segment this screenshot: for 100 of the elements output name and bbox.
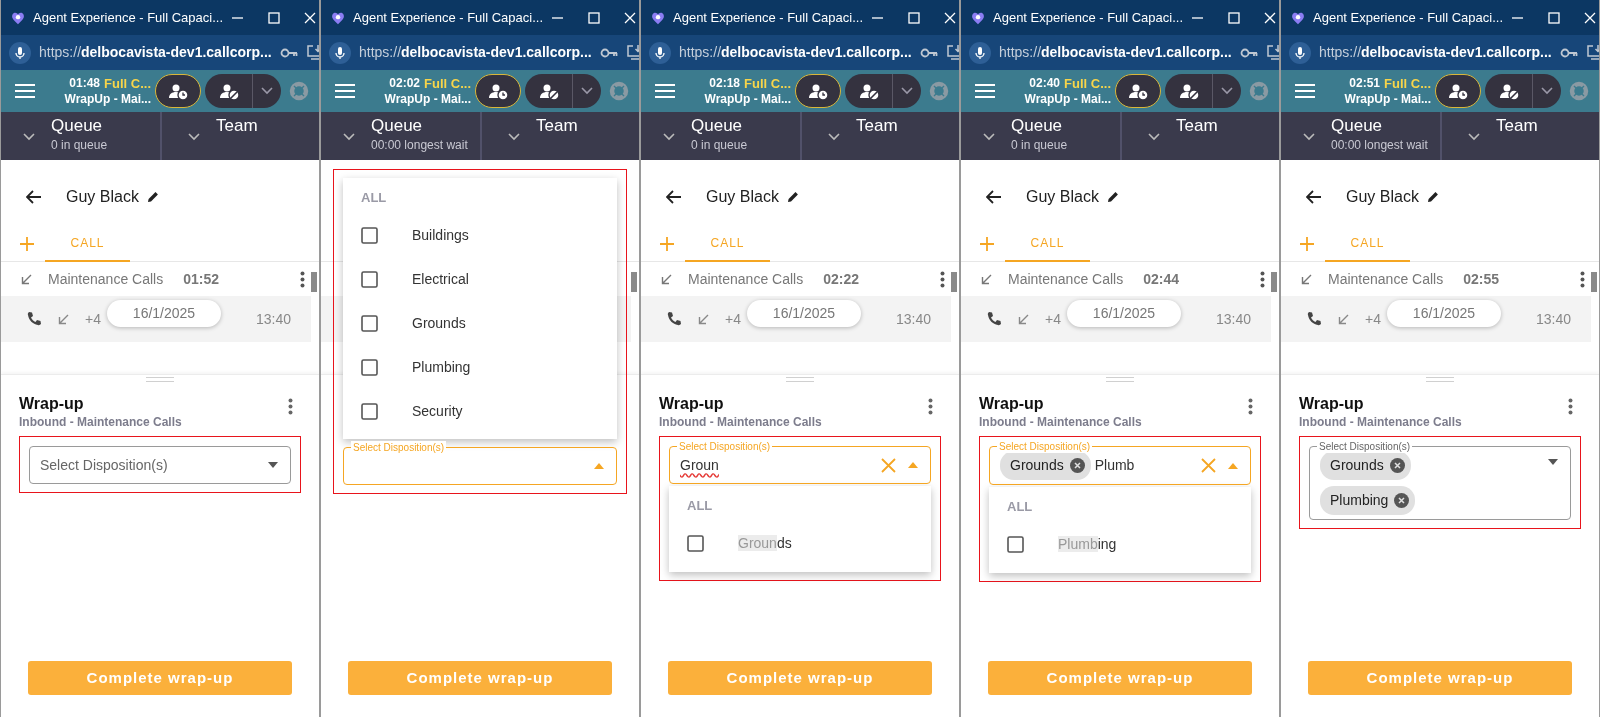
more-options-icon[interactable] (1580, 270, 1585, 288)
option-label[interactable]: Grounds (412, 312, 466, 334)
maximize-icon[interactable] (1228, 11, 1241, 24)
status-split-button[interactable] (525, 74, 601, 108)
microphone-icon[interactable] (649, 41, 671, 64)
more-options-icon[interactable] (288, 398, 293, 415)
drag-handle[interactable] (1426, 377, 1454, 382)
more-options-icon[interactable] (1260, 270, 1265, 288)
phone-icon[interactable] (26, 311, 42, 327)
dropdown-chevron-icon[interactable] (1541, 87, 1553, 95)
disposition-select[interactable]: Select Disposition(s) (29, 446, 291, 484)
checkbox[interactable] (361, 270, 378, 288)
pencil-icon[interactable] (1426, 191, 1439, 203)
chevron-down-icon[interactable] (983, 132, 995, 141)
menu-icon[interactable] (655, 84, 675, 98)
key-icon[interactable] (919, 46, 938, 59)
checkbox[interactable] (361, 402, 378, 420)
pencil-icon[interactable] (1106, 191, 1119, 203)
dropdown-chevron-icon[interactable] (581, 87, 593, 95)
more-options-icon[interactable] (1248, 398, 1253, 415)
key-icon[interactable] (599, 46, 618, 59)
phone-icon[interactable] (666, 311, 682, 327)
checkbox[interactable] (361, 314, 378, 332)
option-label[interactable]: Electrical (412, 268, 469, 290)
wrap-up-status-button[interactable] (1435, 74, 1481, 108)
microphone-icon[interactable] (329, 41, 351, 64)
caret-down-icon[interactable] (268, 462, 278, 468)
download-icon[interactable] (1265, 44, 1279, 61)
key-icon[interactable] (279, 46, 298, 59)
chevron-down-icon[interactable] (1303, 132, 1315, 141)
status-split-button[interactable] (205, 74, 281, 108)
chevron-down-icon[interactable] (23, 132, 35, 141)
close-icon[interactable] (944, 11, 957, 24)
caret-down-icon[interactable] (1548, 459, 1558, 465)
remove-chip-icon[interactable] (1389, 458, 1405, 473)
pencil-icon[interactable] (146, 191, 159, 203)
chevron-down-icon[interactable] (188, 132, 200, 141)
dropdown-chevron-icon[interactable] (261, 87, 273, 95)
more-options-icon[interactable] (928, 398, 933, 415)
phone-icon[interactable] (986, 311, 1002, 327)
close-icon[interactable] (304, 11, 317, 24)
url-text[interactable]: https://delbocavista-dev1.callcorp... (359, 42, 592, 63)
scrollbar-thumb[interactable] (311, 272, 317, 292)
close-icon[interactable] (1264, 11, 1277, 24)
chevron-down-icon[interactable] (1468, 132, 1480, 141)
drag-handle[interactable] (786, 377, 814, 382)
maximize-icon[interactable] (268, 11, 281, 24)
back-arrow-icon[interactable] (986, 190, 1002, 204)
phone-icon[interactable] (1306, 311, 1322, 327)
close-icon[interactable] (624, 11, 637, 24)
wrap-up-status-button[interactable] (475, 74, 521, 108)
more-options-icon[interactable] (1568, 398, 1573, 415)
download-icon[interactable] (1585, 44, 1599, 61)
more-options-icon[interactable] (300, 270, 305, 288)
scrollbar-thumb[interactable] (1271, 272, 1277, 292)
url-text[interactable]: https://delbocavista-dev1.callcorp... (39, 42, 272, 63)
microphone-icon[interactable] (1289, 41, 1311, 64)
selected-chip[interactable]: Grounds (1320, 451, 1411, 480)
more-options-icon[interactable] (940, 270, 945, 288)
queue-label[interactable]: Queue (1331, 116, 1428, 137)
chevron-down-icon[interactable] (828, 132, 840, 141)
dropdown-chevron-icon[interactable] (1221, 87, 1233, 95)
checkbox[interactable] (361, 226, 378, 244)
url-text[interactable]: https://delbocavista-dev1.callcorp... (679, 42, 912, 63)
download-icon[interactable] (305, 44, 319, 61)
team-label[interactable]: Team (216, 116, 258, 137)
team-label[interactable]: Team (1176, 116, 1218, 137)
chevron-down-icon[interactable] (343, 132, 355, 141)
pencil-icon[interactable] (786, 191, 799, 203)
scrollbar-thumb[interactable] (1591, 272, 1597, 292)
url-text[interactable]: https://delbocavista-dev1.callcorp... (999, 42, 1232, 63)
option-label[interactable]: Security (412, 400, 463, 422)
microphone-icon[interactable] (969, 41, 991, 64)
maximize-icon[interactable] (1548, 11, 1561, 24)
checkbox[interactable] (687, 535, 704, 552)
download-icon[interactable] (945, 44, 959, 61)
close-icon[interactable] (1584, 11, 1597, 24)
key-icon[interactable] (1239, 46, 1258, 59)
maximize-icon[interactable] (588, 11, 601, 24)
drag-handle[interactable] (146, 377, 174, 382)
wrap-up-status-button[interactable] (155, 74, 201, 108)
scrollbar-thumb[interactable] (631, 272, 637, 292)
queue-label[interactable]: Queue (691, 116, 748, 137)
option-label[interactable]: Plumbing (412, 356, 471, 378)
queue-label[interactable]: Queue (51, 116, 108, 137)
drag-handle[interactable] (1106, 377, 1134, 382)
chevron-down-icon[interactable] (663, 132, 675, 141)
status-split-button[interactable] (1165, 74, 1241, 108)
dropdown-chevron-icon[interactable] (901, 87, 913, 95)
back-arrow-icon[interactable] (26, 190, 42, 204)
checkbox[interactable] (1007, 536, 1024, 553)
team-label[interactable]: Team (536, 116, 578, 137)
selected-chip[interactable]: Grounds (1000, 451, 1091, 480)
key-icon[interactable] (1559, 46, 1578, 59)
status-split-button[interactable] (1485, 74, 1561, 108)
status-split-button[interactable] (845, 74, 921, 108)
back-arrow-icon[interactable] (1306, 190, 1322, 204)
team-label[interactable]: Team (856, 116, 898, 137)
remove-chip-icon[interactable] (1394, 493, 1410, 508)
team-label[interactable]: Team (1496, 116, 1538, 137)
